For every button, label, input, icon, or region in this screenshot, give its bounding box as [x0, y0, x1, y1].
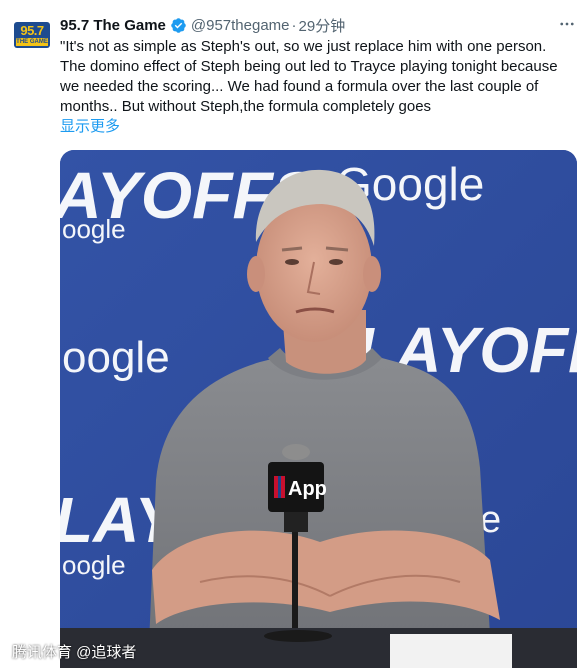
tweet-media-photo[interactable]: AYOFFS Google oogle oogle LAYOFFS LAYOF …	[60, 150, 577, 668]
verified-badge-icon	[170, 17, 187, 34]
header-separator: ·	[291, 16, 297, 34]
backdrop-google-bottom-left: oogle	[62, 550, 126, 580]
backdrop-google-left-1: oogle	[62, 214, 126, 244]
backdrop-google-left-2: oogle	[62, 333, 170, 382]
source-watermark: 腾讯体育 @追球者	[12, 644, 137, 661]
author-handle[interactable]: @957thegame	[191, 17, 290, 34]
name-card	[390, 634, 512, 668]
tweet-card: 95.7 THE GAME 95.7 The Game @957thegame …	[0, 0, 587, 668]
tweet-timestamp[interactable]: 29分钟	[299, 15, 346, 36]
avatar-logo-number: 95.7	[20, 23, 44, 38]
press-conference-photo: AYOFFS Google oogle oogle LAYOFFS LAYOF …	[60, 150, 577, 668]
tweet-header: 95.7 The Game @957thegame · 29分钟	[60, 14, 345, 36]
more-options-icon[interactable]	[557, 14, 577, 34]
author-avatar[interactable]: 95.7 THE GAME	[14, 22, 50, 48]
microphone-head	[282, 444, 310, 460]
tweet-text: "It's not as simple as Steph's out, so w…	[60, 38, 558, 115]
microphone-flag-label: App	[288, 478, 327, 500]
author-display-name[interactable]: 95.7 The Game	[60, 17, 166, 34]
show-more-link[interactable]: 显示更多	[60, 117, 120, 137]
avatar-logo-sub: THE GAME	[16, 38, 48, 46]
